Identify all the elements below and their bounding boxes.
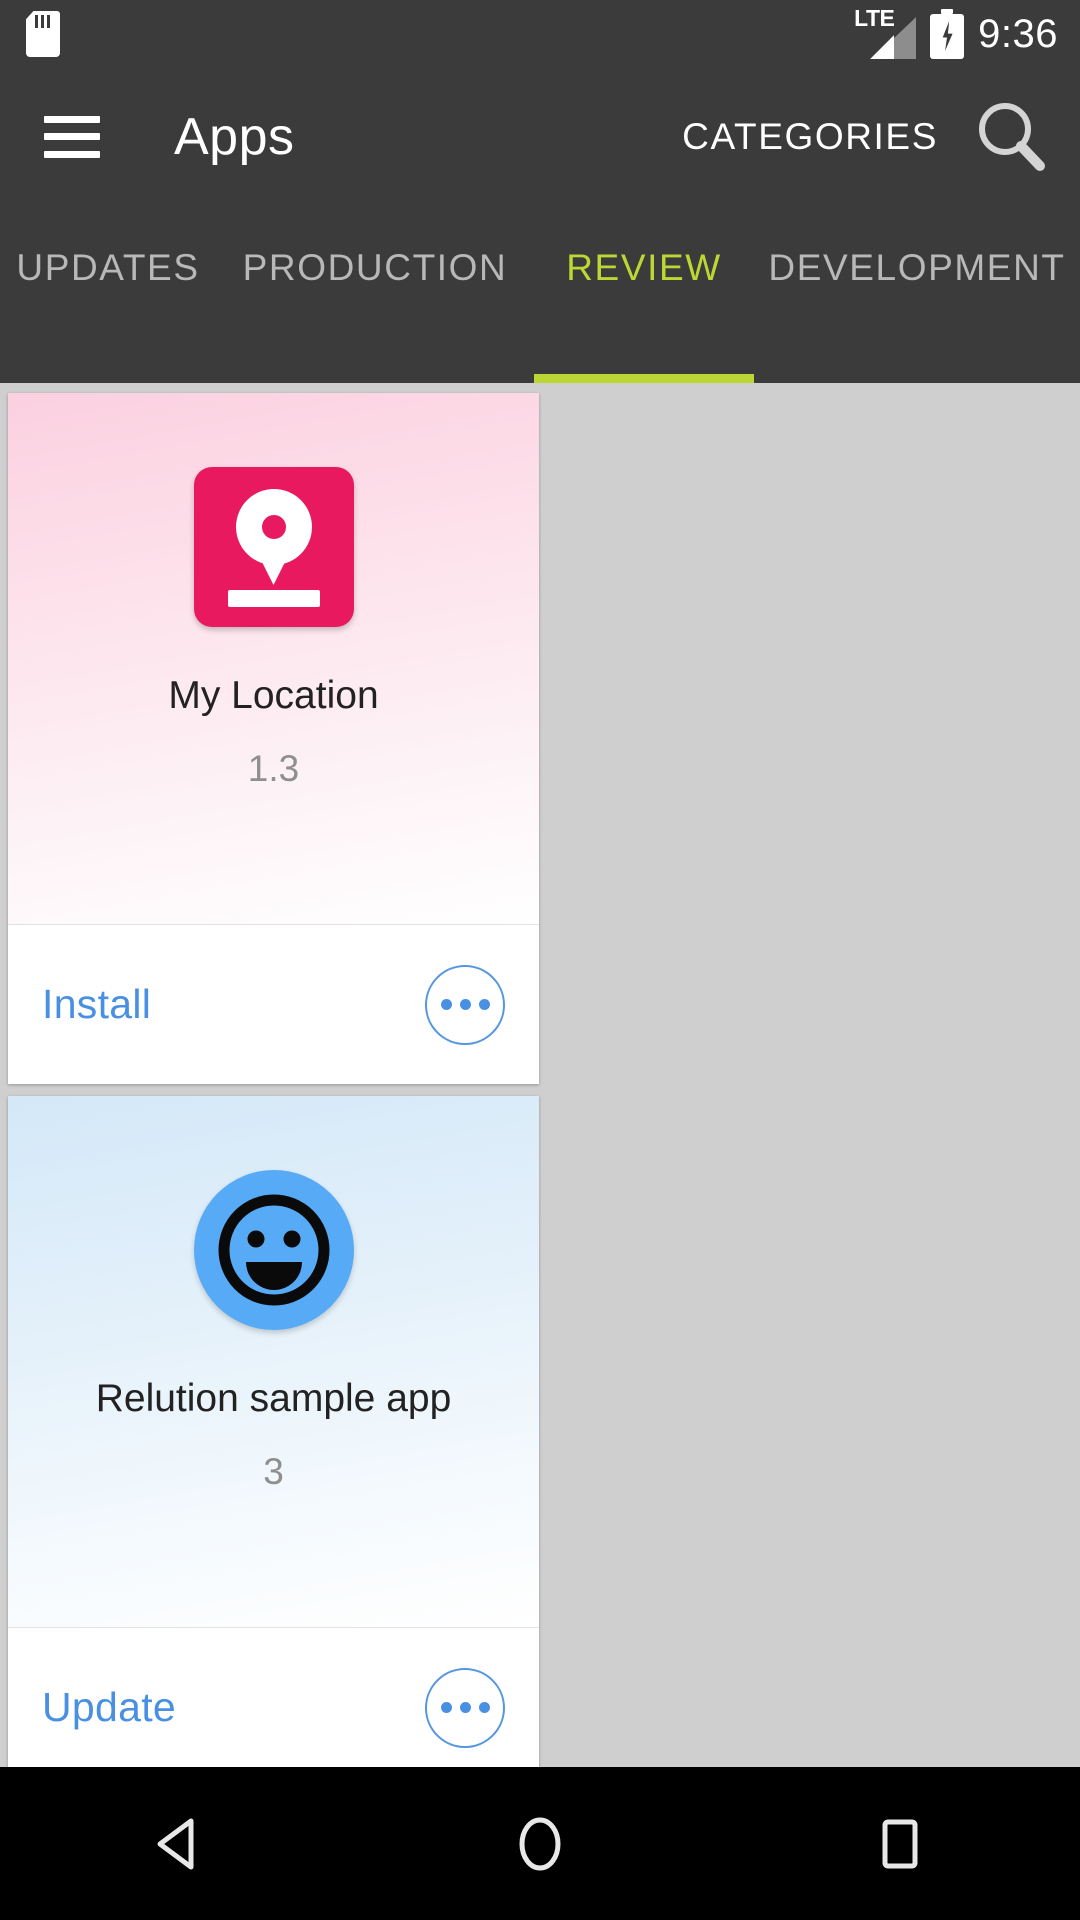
tab-development[interactable]: DEVELOPMENT — [754, 205, 1080, 383]
app-card[interactable]: Relution sample app 3 Update — [8, 1096, 539, 1787]
home-circle-glyph — [519, 1817, 561, 1870]
search-icon[interactable] — [968, 94, 1054, 180]
signal-bars-icon: LTE — [854, 5, 917, 59]
network-type-label: LTE — [854, 5, 895, 31]
status-bar-right: LTE 9:36 — [854, 5, 1058, 59]
tab-production[interactable]: PRODUCTION — [216, 205, 534, 383]
update-button[interactable]: Update — [42, 1684, 176, 1731]
tab-development-label: DEVELOPMENT — [768, 247, 1066, 288]
tab-updates[interactable]: UPDATES — [0, 205, 216, 383]
status-bar: LTE 9:36 — [0, 0, 1080, 68]
app-card-actions: Update — [8, 1627, 539, 1787]
recents-square-icon[interactable] — [840, 1784, 960, 1904]
android-screen: LTE 9:36 Apps CATEGORIES UPDATES PRODUCT… — [0, 0, 1080, 1920]
app-card-actions: Install — [8, 924, 539, 1084]
status-bar-clock: 9:36 — [978, 11, 1058, 56]
app-name: My Location — [168, 674, 379, 717]
search-icon-glyph — [979, 102, 1045, 171]
tab-bar: UPDATES PRODUCTION REVIEW DEVELOPMENT — [0, 205, 1080, 383]
tab-active-indicator — [534, 374, 754, 383]
app-card-body: My Location 1.3 — [8, 393, 539, 924]
app-card[interactable]: My Location 1.3 Install — [8, 393, 539, 1084]
app-card-body: Relution sample app 3 — [8, 1096, 539, 1627]
back-triangle-glyph — [157, 1818, 194, 1869]
sd-card-icon — [26, 11, 60, 57]
app-version: 1.3 — [247, 747, 300, 789]
back-triangle-icon[interactable] — [120, 1784, 240, 1904]
categories-button[interactable]: CATEGORIES — [676, 106, 944, 168]
more-options-icon[interactable] — [425, 964, 505, 1045]
more-options-icon[interactable] — [425, 1667, 505, 1748]
install-button[interactable]: Install — [42, 981, 151, 1028]
tab-review[interactable]: REVIEW — [534, 205, 754, 383]
app-grid-container: My Location 1.3 Install Relution sample … — [0, 383, 1080, 1920]
app-version: 3 — [263, 1450, 284, 1492]
status-bar-left — [26, 11, 854, 57]
page-title: Apps — [174, 107, 295, 166]
system-navigation-bar — [0, 1767, 1080, 1920]
map-pin-icon — [193, 467, 354, 627]
battery-charging-icon — [930, 9, 965, 59]
home-circle-icon[interactable] — [480, 1784, 600, 1904]
tab-review-label: REVIEW — [566, 247, 722, 288]
app-bar: Apps CATEGORIES — [0, 68, 1080, 205]
app-name: Relution sample app — [95, 1377, 452, 1420]
recents-square-glyph — [882, 1819, 918, 1868]
tab-updates-label: UPDATES — [16, 247, 200, 288]
smiley-face-icon — [193, 1170, 354, 1330]
smiley-face-glyph — [218, 1194, 329, 1306]
app-grid: My Location 1.3 Install Relution sample … — [8, 393, 1072, 1920]
tab-production-label: PRODUCTION — [242, 247, 508, 288]
hamburger-menu-icon[interactable] — [44, 115, 100, 158]
